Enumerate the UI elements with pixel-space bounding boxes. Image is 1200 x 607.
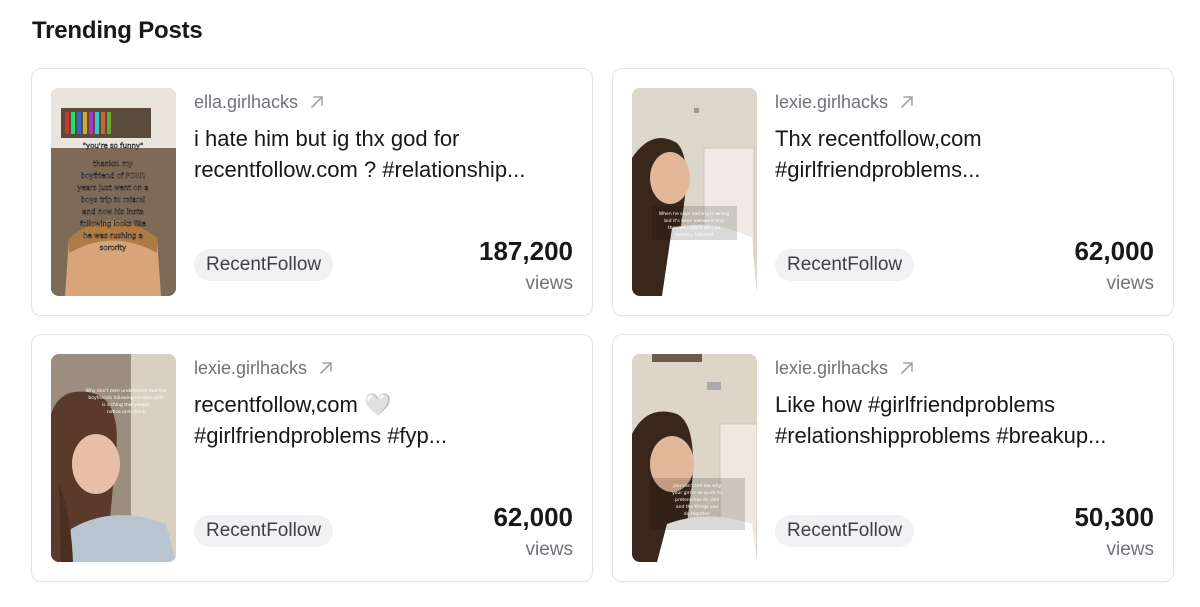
views-count: 187,200 — [479, 236, 573, 266]
svg-text:years just went on a: years just went on a — [77, 184, 148, 192]
arrow-up-right-icon[interactable] — [898, 359, 916, 377]
svg-text:but it's been awkward and: but it's been awkward and — [664, 218, 724, 224]
svg-text:"you're so funny": "you're so funny" — [83, 142, 144, 150]
caption-line: recentfollow,com 🤍 — [194, 392, 392, 417]
post-caption: Thx recentfollow,com #girlfriendproblems… — [775, 123, 1150, 185]
post-thumbnail[interactable]: Why don't men understand that the boyfri… — [51, 354, 176, 562]
caption-line: recentfollow.com ? #relationship... — [194, 157, 526, 182]
thumbnail-image: you can't tell me why your girl is so qu… — [632, 354, 757, 562]
svg-text:sorority: sorority — [100, 244, 127, 252]
views-count: 62,000 — [1074, 236, 1154, 266]
caption-line: Like how #girlfriendproblems — [775, 392, 1056, 417]
post-author[interactable]: ella.girlhacks — [194, 92, 298, 113]
thumbnail-image: "you're so funny" thanks! my boyfriend o… — [51, 88, 176, 296]
views-count: 50,300 — [1074, 502, 1154, 532]
svg-text:is a thing that people: is a thing that people — [102, 402, 150, 408]
arrow-up-right-icon[interactable] — [317, 359, 335, 377]
post-author[interactable]: lexie.girlhacks — [194, 358, 307, 379]
post-card[interactable]: "you're so funny" thanks! my boyfriend o… — [31, 68, 593, 316]
svg-text:do together: do together — [684, 511, 711, 517]
post-caption: i hate him but ig thx god for recentfoll… — [194, 123, 569, 185]
post-card[interactable]: Why don't men understand that the boyfri… — [31, 334, 593, 582]
caption-line: i hate him but ig thx god for — [194, 126, 460, 151]
views-count: 62,000 — [493, 502, 573, 532]
post-caption: Like how #girlfriendproblems #relationsh… — [775, 389, 1150, 451]
svg-text:notice and check: notice and check — [107, 409, 146, 415]
views-label: views — [525, 539, 573, 560]
views-label: views — [525, 273, 573, 294]
source-tag: RecentFollow — [194, 249, 334, 281]
post-thumbnail[interactable]: you can't tell me why your girl is so qu… — [632, 354, 757, 562]
source-tag: RecentFollow — [194, 515, 334, 547]
svg-text:Why don't men understand that: Why don't men understand that the — [86, 388, 167, 394]
section-title: Trending Posts — [32, 17, 203, 44]
svg-text:and now his insta: and now his insta — [82, 208, 143, 216]
post-card[interactable]: you can't tell me why your girl is so qu… — [612, 334, 1174, 582]
post-author[interactable]: lexie.girlhacks — [775, 358, 888, 379]
svg-text:then you check who he: then you check who he — [668, 225, 721, 231]
thumbnail-image: Why don't men understand that the boyfri… — [51, 354, 176, 562]
caption-line: #girlfriendproblems... — [775, 157, 981, 182]
source-tag: RecentFollow — [775, 249, 915, 281]
views-label: views — [1106, 273, 1154, 294]
svg-text:he was rushing a: he was rushing a — [83, 232, 143, 240]
svg-text:boyfriend of FOUR: boyfriend of FOUR — [81, 172, 145, 180]
trending-posts-grid: "you're so funny" thanks! my boyfriend o… — [31, 68, 1174, 582]
arrow-up-right-icon[interactable] — [898, 93, 916, 111]
post-card[interactable]: When he says nothing is wrong but it's b… — [612, 68, 1174, 316]
svg-text:following looks like: following looks like — [80, 220, 146, 228]
thumbnail-image: When he says nothing is wrong but it's b… — [632, 88, 757, 296]
post-author[interactable]: lexie.girlhacks — [775, 92, 888, 113]
caption-line: Thx recentfollow,com — [775, 126, 982, 151]
caption-line: #girlfriendproblems #fyp... — [194, 423, 448, 448]
post-caption: recentfollow,com 🤍 #girlfriendproblems #… — [194, 389, 569, 451]
source-tag: RecentFollow — [775, 515, 915, 547]
svg-text:boyfriends following random gi: boyfriends following random girls — [88, 395, 164, 401]
post-thumbnail[interactable]: When he says nothing is wrong but it's b… — [632, 88, 757, 296]
svg-text:recently followed: recently followed — [675, 232, 714, 238]
views-label: views — [1106, 539, 1154, 560]
svg-text:your girl is so quick to: your girl is so quick to — [672, 490, 722, 496]
svg-text:and the things you: and the things you — [676, 504, 718, 510]
arrow-up-right-icon[interactable] — [308, 93, 326, 111]
post-thumbnail[interactable]: "you're so funny" thanks! my boyfriend o… — [51, 88, 176, 296]
svg-text:thanks! my: thanks! my — [93, 160, 133, 168]
svg-text:you can't tell me why: you can't tell me why — [673, 483, 722, 489]
svg-text:When he says nothing is wrong: When he says nothing is wrong — [659, 211, 730, 217]
svg-text:pretend like its chill: pretend like its chill — [675, 497, 719, 503]
caption-line: #relationshipproblems #breakup... — [775, 423, 1107, 448]
svg-text:boys trip to miami: boys trip to miami — [81, 196, 145, 204]
